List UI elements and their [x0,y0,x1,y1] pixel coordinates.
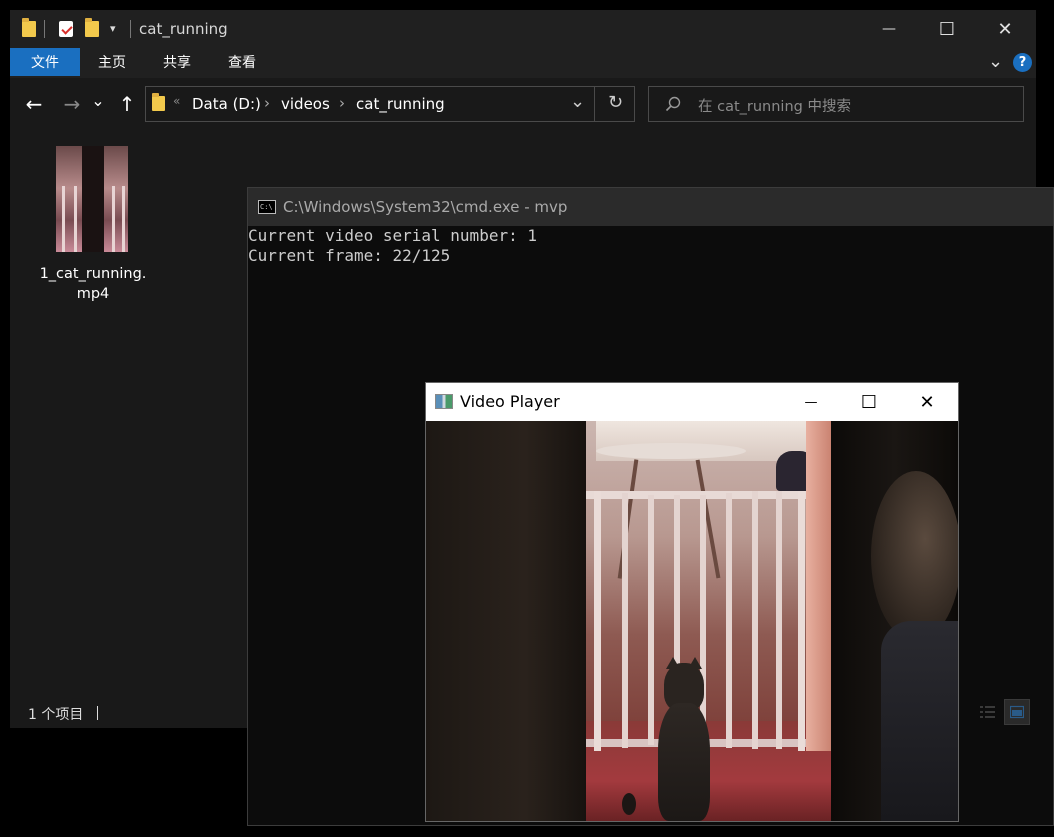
video-player-window: Video Player — ☐ ✕ [425,382,959,822]
cmd-icon: C:\ [258,200,276,214]
item-count: 1 个项目 [28,707,84,723]
back-button[interactable]: ← [22,92,46,116]
file-name-line2: mp4 [76,286,110,302]
close-icon: ✕ [997,18,1013,40]
chevron-down-icon: ⌄ [91,90,105,110]
minimize-button[interactable]: — [860,10,918,48]
large-icons-view-button[interactable] [1004,699,1030,725]
separator [594,87,595,121]
chevron-right-icon: › [264,94,270,112]
minimize-icon: — [804,394,818,410]
details-view-icon[interactable] [978,703,998,721]
video-player-titlebar: Video Player — ☐ ✕ [426,383,958,421]
help-button[interactable]: ? [1013,53,1032,72]
file-name-label[interactable]: 1_cat_running. mp4 [28,264,158,304]
search-box[interactable]: 在 cat_running 中搜索 [648,86,1024,122]
tab-share[interactable]: 共享 [147,48,207,76]
minimize-button[interactable]: — [782,383,840,421]
separator [97,706,98,720]
file-name-line1: 1_cat_running. [39,266,147,282]
close-icon: ✕ [919,391,935,413]
breadcrumb-item-cat-running[interactable]: cat_running [356,95,445,113]
breadcrumb-item-drive[interactable]: Data (D:) [192,95,261,113]
console-line: Current frame: 22/125 [248,246,451,265]
customize-dropdown-icon[interactable]: ▾ [110,22,116,35]
tab-file[interactable]: 文件 [10,48,80,76]
search-placeholder: 在 cat_running 中搜索 [698,99,851,115]
app-icon [435,394,453,409]
recent-locations-button[interactable]: ⌄ [90,88,106,112]
properties-icon[interactable] [59,21,73,37]
video-player-title: Video Player [460,392,560,411]
window-title: cat_running [139,20,228,38]
video-frame[interactable] [426,421,958,821]
breadcrumb-overflow[interactable]: « [173,94,180,108]
folder-icon [22,18,36,37]
back-arrow-icon: ← [25,92,43,116]
ribbon-expand-icon[interactable]: ⌄ [988,51,1003,72]
close-button[interactable]: ✕ [976,10,1034,48]
close-button[interactable]: ✕ [898,383,956,421]
maximize-button[interactable]: ☐ [918,10,976,48]
maximize-button[interactable]: ☐ [840,383,898,421]
explorer-titlebar: ▾ cat_running — ☐ ✕ [10,10,1036,48]
breadcrumb-item-videos[interactable]: videos [281,95,330,113]
chevron-right-icon: › [339,94,345,112]
address-bar[interactable]: « Data (D:) › videos › cat_running ⌄ ↻ [145,86,635,122]
cmd-title: C:\Windows\System32\cmd.exe - mvp [283,198,568,216]
separator [130,20,131,38]
large-icons-view-icon [1010,705,1024,719]
tab-view[interactable]: 查看 [212,48,272,76]
navigation-bar: ← → ⌄ ↑ « Data (D:) › videos › cat_runni… [10,78,1036,130]
video-thumbnail[interactable] [56,146,128,252]
refresh-icon[interactable]: ↻ [608,92,623,113]
folder-icon [152,93,165,111]
minimize-icon: — [882,21,896,37]
new-folder-icon[interactable] [85,18,99,37]
up-button[interactable]: ↑ [115,92,139,116]
maximize-icon: ☐ [938,18,956,40]
console-line: Current video serial number: 1 [248,226,537,245]
search-icon [665,96,681,112]
tab-home[interactable]: 主页 [82,48,142,76]
cmd-titlebar: C:\ C:\Windows\System32\cmd.exe - mvp [248,188,1053,226]
address-dropdown-icon[interactable]: ⌄ [570,91,585,112]
ribbon: 文件 主页 共享 查看 ⌄ ? [10,48,1036,78]
up-arrow-icon: ↑ [118,92,136,116]
separator [44,20,45,38]
maximize-icon: ☐ [860,391,878,413]
forward-arrow-icon: → [63,92,81,116]
forward-button[interactable]: → [60,92,84,116]
